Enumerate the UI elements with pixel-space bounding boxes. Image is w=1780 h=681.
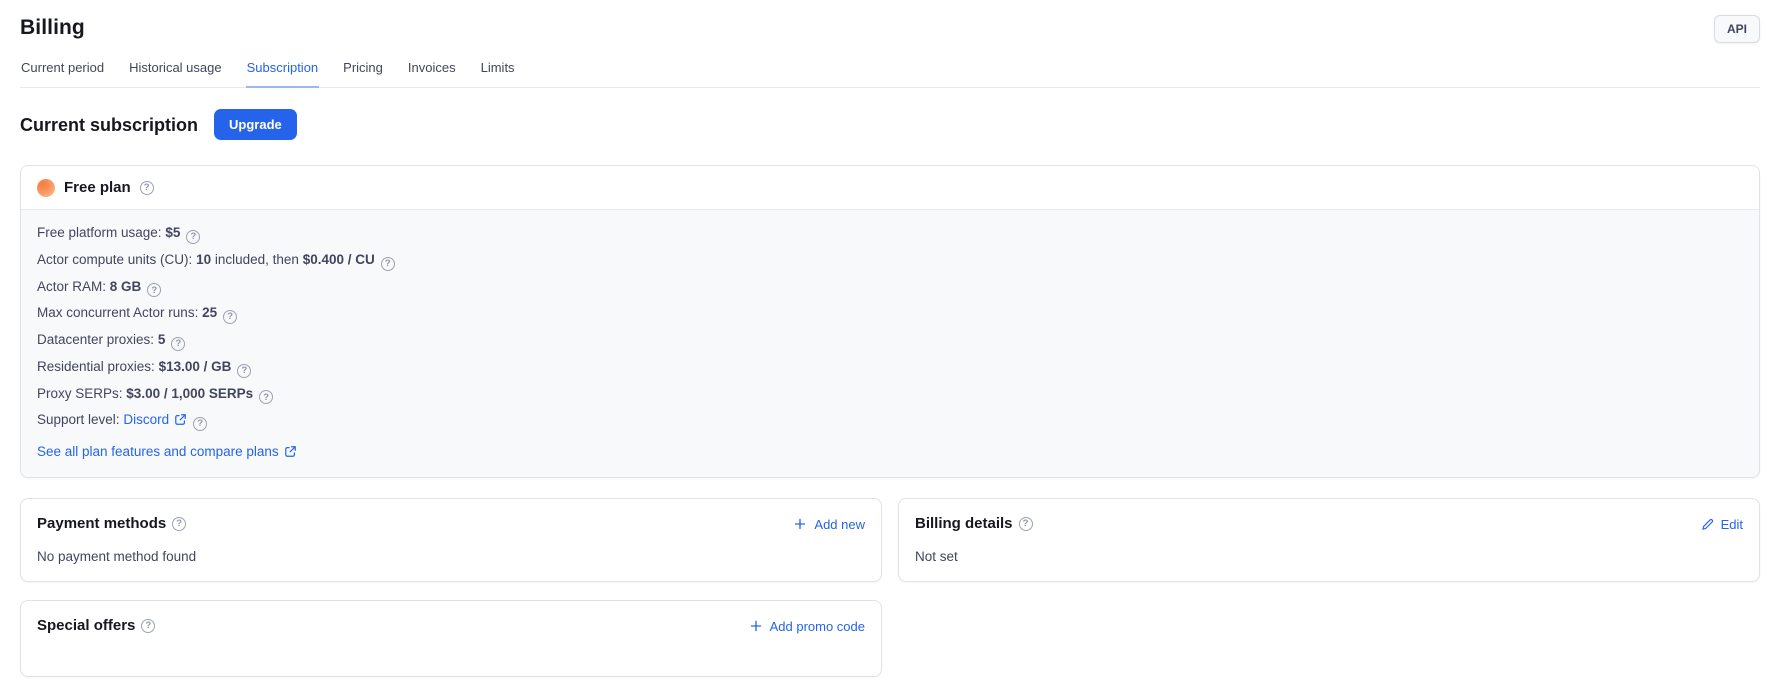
payment-methods-empty-text: No payment method found <box>37 549 865 565</box>
plus-icon <box>749 619 763 633</box>
discord-link[interactable]: Discord <box>123 412 169 427</box>
feature-value: 5 <box>158 332 166 347</box>
plan-feature-row: Free platform usage: $5 <box>37 225 1743 244</box>
feature-label: Max concurrent Actor runs: <box>37 305 198 320</box>
feature-value: $5 <box>165 225 180 240</box>
feature-value: $0.400 / CU <box>303 252 375 267</box>
feature-label: Proxy SERPs: <box>37 386 123 401</box>
help-icon[interactable] <box>237 364 251 378</box>
external-link-icon[interactable] <box>174 413 187 426</box>
tab-current-period[interactable]: Current period <box>20 56 105 87</box>
feature-label: Residential proxies: <box>37 359 155 374</box>
edit-billing-details-button[interactable]: Edit <box>1701 517 1743 532</box>
support-level-row: Support level: Discord <box>37 412 1743 431</box>
help-icon[interactable] <box>141 619 155 633</box>
plus-icon <box>793 517 807 531</box>
help-icon[interactable] <box>140 181 154 195</box>
tab-invoices[interactable]: Invoices <box>407 56 457 87</box>
feature-label: Support level: <box>37 412 120 427</box>
billing-details-empty-text: Not set <box>915 549 1743 565</box>
plan-feature-row: Proxy SERPs: $3.00 / 1,000 SERPs <box>37 386 1743 405</box>
billing-details-title: Billing details <box>915 514 1013 534</box>
current-subscription-heading: Current subscription <box>20 114 198 136</box>
billing-details-card: Billing details Edit Not set <box>898 498 1760 582</box>
plan-feature-row: Max concurrent Actor runs: 25 <box>37 305 1743 324</box>
plan-card-header: Free plan <box>21 166 1759 210</box>
plan-feature-row: Residential proxies: $13.00 / GB <box>37 359 1743 378</box>
plan-feature-row: Actor compute units (CU): 10 included, t… <box>37 252 1743 271</box>
special-offers-title: Special offers <box>37 616 135 636</box>
help-icon[interactable] <box>186 230 200 244</box>
billing-tabs: Current period Historical usage Subscrip… <box>20 56 1760 88</box>
feature-text: included, then <box>215 252 299 267</box>
compare-plans-link[interactable]: See all plan features and compare plans <box>37 444 279 459</box>
payment-billing-row: Payment methods Add new No payment metho… <box>20 498 1760 582</box>
help-icon[interactable] <box>147 283 161 297</box>
add-promo-code-button[interactable]: Add promo code <box>749 619 865 634</box>
plan-name: Free plan <box>64 178 131 197</box>
payment-methods-title: Payment methods <box>37 514 166 534</box>
page-header: Billing API <box>20 0 1760 43</box>
tab-limits[interactable]: Limits <box>480 56 516 87</box>
help-icon[interactable] <box>172 517 186 531</box>
free-plan-card: Free plan Free platform usage: $5 Actor … <box>20 165 1760 478</box>
add-payment-method-button[interactable]: Add new <box>793 517 865 532</box>
edit-billing-details-label: Edit <box>1721 517 1743 532</box>
feature-value: 25 <box>202 305 217 320</box>
current-subscription-section-head: Current subscription Upgrade <box>20 109 1760 140</box>
feature-value: 8 GB <box>110 279 142 294</box>
page-title: Billing <box>20 15 85 41</box>
feature-label: Actor compute units (CU): <box>37 252 192 267</box>
add-payment-method-label: Add new <box>814 517 865 532</box>
help-icon[interactable] <box>193 417 207 431</box>
feature-value: 10 <box>196 252 211 267</box>
feature-label: Free platform usage: <box>37 225 162 240</box>
feature-value: $3.00 / 1,000 SERPs <box>126 386 253 401</box>
tab-historical-usage[interactable]: Historical usage <box>128 56 223 87</box>
feature-value: $13.00 / GB <box>159 359 232 374</box>
plan-card-body: Free platform usage: $5 Actor compute un… <box>21 210 1759 477</box>
help-icon[interactable] <box>223 310 237 324</box>
tab-pricing[interactable]: Pricing <box>342 56 384 87</box>
feature-label: Actor RAM: <box>37 279 106 294</box>
upgrade-button[interactable]: Upgrade <box>214 109 297 140</box>
help-icon[interactable] <box>171 337 185 351</box>
special-offers-card: Special offers Add promo code <box>20 600 882 677</box>
plan-feature-row: Datacenter proxies: 5 <box>37 332 1743 351</box>
plan-color-dot-icon <box>37 179 55 197</box>
add-promo-code-label: Add promo code <box>770 619 865 634</box>
help-icon[interactable] <box>1019 517 1033 531</box>
plan-feature-row: Actor RAM: 8 GB <box>37 279 1743 298</box>
api-button[interactable]: API <box>1714 15 1760 43</box>
external-link-icon[interactable] <box>284 445 297 458</box>
compare-plans-row: See all plan features and compare plans <box>37 444 1743 460</box>
tab-subscription[interactable]: Subscription <box>246 56 320 87</box>
pencil-icon <box>1701 518 1714 531</box>
feature-label: Datacenter proxies: <box>37 332 154 347</box>
payment-methods-card: Payment methods Add new No payment metho… <box>20 498 882 582</box>
help-icon[interactable] <box>381 257 395 271</box>
help-icon[interactable] <box>259 390 273 404</box>
